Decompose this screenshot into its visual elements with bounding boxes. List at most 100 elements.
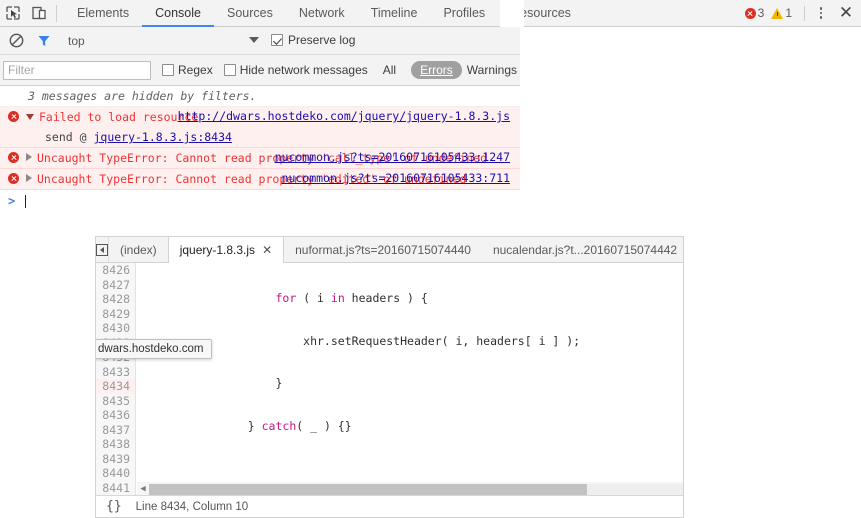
console-toolbar-primary: top Preserve log <box>0 27 520 55</box>
tab-sources[interactable]: Sources <box>214 0 286 27</box>
counter-divider <box>804 5 805 21</box>
error-icon <box>8 152 19 163</box>
filter-funnel-icon[interactable] <box>32 29 56 53</box>
sources-panel: (index) jquery-1.8.3.js ✕ nuformat.js?ts… <box>95 236 684 518</box>
preserve-log-checkbox[interactable] <box>271 34 283 46</box>
code-line: xhr.setRequestHeader( i, headers[ i ] ); <box>137 333 581 348</box>
warning-icon <box>771 7 784 19</box>
line-number: 8439 <box>102 451 130 466</box>
source-tab-label: jquery-1.8.3.js <box>179 243 256 257</box>
console-message-row[interactable]: Failed to load resource http://dwars.hos… <box>0 107 520 148</box>
level-filter-all[interactable]: All <box>378 61 401 79</box>
horizontal-scrollbar[interactable]: ◀ <box>137 482 683 496</box>
toolbar-white-gap <box>500 0 524 27</box>
line-number: 8436 <box>102 408 130 422</box>
devtools-toolbar: Elements Console Sources Network Timelin… <box>0 0 861 27</box>
line-number: 8437 <box>102 422 130 437</box>
device-toolbar-icon[interactable] <box>26 0 52 26</box>
warning-count-badge[interactable]: 1 <box>771 6 792 20</box>
stack-frame-prefix: send @ <box>45 130 94 144</box>
scrollbar-thumb[interactable] <box>149 483 587 495</box>
triangle-right-icon[interactable] <box>26 153 32 161</box>
line-number: 8426 <box>102 263 130 277</box>
source-tab-nuformat[interactable]: nuformat.js?ts=20160715074440 <box>284 237 482 262</box>
show-navigator-icon[interactable] <box>96 237 109 262</box>
hide-network-label: Hide network messages <box>239 63 368 77</box>
console-message-link[interactable]: nucommon.js?ts=20160716105433:1247 <box>275 150 510 164</box>
hide-network-toggle[interactable]: Hide network messages <box>223 63 368 77</box>
console-message-row[interactable]: Uncaught TypeError: Cannot read property… <box>0 169 520 190</box>
chevron-down-icon[interactable] <box>249 37 259 43</box>
stack-frame-link[interactable]: jquery-1.8.3.js:8434 <box>93 130 231 144</box>
error-icon <box>8 173 19 184</box>
line-number: 8433 <box>102 364 130 379</box>
clear-console-icon[interactable] <box>4 29 28 53</box>
issue-counters: 3 1 <box>744 6 792 20</box>
source-editor[interactable]: 8426 8427 8428 8429 8430 8431 8432 8433 … <box>96 263 683 496</box>
scrollbar-track[interactable] <box>149 483 683 495</box>
regex-label: Regex <box>178 63 213 77</box>
warning-count-value: 1 <box>785 6 792 20</box>
error-count-badge[interactable]: 3 <box>744 6 765 20</box>
console-message-link[interactable]: nucommon.js?ts=20160716105433:711 <box>282 171 510 185</box>
code-line: for ( i in headers ) { <box>275 291 428 305</box>
console-prompt[interactable]: > <box>0 190 520 212</box>
console-toolbar-filters: Regex Hide network messages All Errors W… <box>0 55 520 86</box>
navigator-glyph <box>96 243 108 256</box>
line-number: 8434 <box>96 379 135 394</box>
kebab-menu-icon[interactable] <box>811 2 831 24</box>
line-number: 8441 <box>102 480 130 495</box>
console-message-list: 3 messages are hidden by filters. Failed… <box>0 86 520 216</box>
line-number: 8427 <box>102 277 130 292</box>
console-message-row[interactable]: Uncaught TypeError: Cannot read property… <box>0 148 520 169</box>
execution-context-selector[interactable]: top <box>68 34 85 48</box>
triangle-down-icon[interactable] <box>26 114 34 120</box>
line-number: 8440 <box>102 466 130 480</box>
error-count-value: 3 <box>757 6 765 20</box>
source-tab-nucalendar[interactable]: nucalendar.js?t...20160715074442 <box>482 237 688 262</box>
sources-tab-strip: (index) jquery-1.8.3.js ✕ nuformat.js?ts… <box>96 237 683 263</box>
code-content[interactable]: for ( i in headers ) { xhr.setRequestHea… <box>137 263 683 496</box>
line-number-gutter: 8426 8427 8428 8429 8430 8431 8432 8433 … <box>96 263 136 496</box>
scroll-left-arrow-icon[interactable]: ◀ <box>137 484 149 494</box>
code-line: } <box>137 376 283 390</box>
close-icon[interactable]: ✕ <box>262 243 272 257</box>
tab-profiles[interactable]: Profiles <box>430 0 498 27</box>
toolbar-divider <box>56 4 57 22</box>
tab-console[interactable]: Console <box>142 0 214 27</box>
line-number: 8430 <box>102 321 130 335</box>
line-number: 8435 <box>102 393 130 408</box>
regex-toggle[interactable]: Regex <box>162 63 213 77</box>
prompt-chevron-icon: > <box>8 194 16 208</box>
hide-network-checkbox[interactable] <box>223 64 236 76</box>
line-number: 8429 <box>102 306 130 321</box>
level-filter-warnings[interactable]: Warnings <box>462 61 522 79</box>
console-message-text: Failed to load resource <box>39 110 199 124</box>
source-status-bar: {} Line 8434, Column 10 <box>96 495 683 517</box>
console-message-link[interactable]: http://dwars.hostdeko.com/jquery/jquery-… <box>178 109 510 123</box>
line-number: 8428 <box>102 292 130 306</box>
triangle-right-icon[interactable] <box>26 174 32 182</box>
inspect-cursor-icon[interactable] <box>0 0 26 26</box>
source-tab-index[interactable]: (index) <box>109 237 168 262</box>
hidden-messages-notice: 3 messages are hidden by filters. <box>0 86 520 107</box>
regex-checkbox[interactable] <box>162 64 174 76</box>
console-stack-frame: send @ jquery-1.8.3.js:8434 <box>0 127 520 147</box>
cursor-position-label: Line 8434, Column 10 <box>135 500 249 513</box>
error-icon <box>8 111 19 122</box>
prompt-caret <box>25 194 27 208</box>
link-target-tooltip: dwars.hostdeko.com <box>96 339 213 359</box>
tab-network[interactable]: Network <box>286 0 358 27</box>
preserve-log-toggle[interactable]: Preserve log <box>271 33 355 47</box>
source-tab-jquery[interactable]: jquery-1.8.3.js ✕ <box>167 237 285 263</box>
close-icon[interactable]: ✕ <box>831 2 861 24</box>
filter-input[interactable] <box>3 60 151 80</box>
level-filter-errors[interactable]: Errors <box>411 61 462 79</box>
tab-timeline[interactable]: Timeline <box>358 0 431 27</box>
tab-elements[interactable]: Elements <box>64 0 142 27</box>
pretty-print-icon[interactable]: {} <box>106 499 122 514</box>
error-icon <box>744 7 756 19</box>
line-number: 8438 <box>102 437 130 451</box>
preserve-log-label: Preserve log <box>288 33 356 47</box>
